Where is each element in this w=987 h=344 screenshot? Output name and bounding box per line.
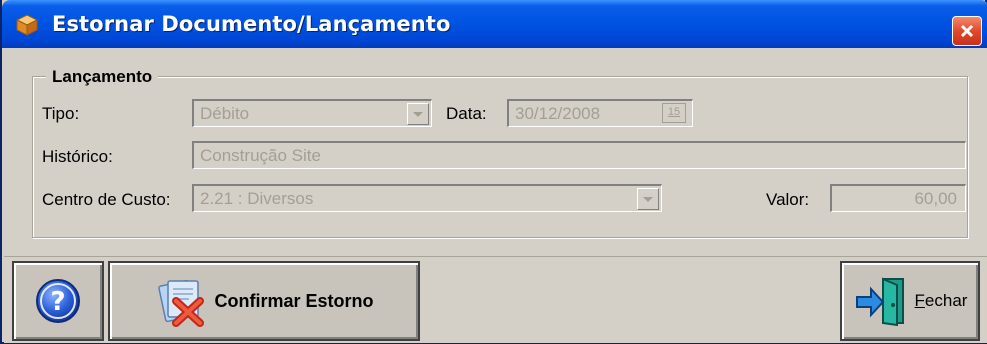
box-icon <box>16 14 38 36</box>
centro-custo-value: 2.21 : Diversos <box>200 189 314 208</box>
data-date-picker[interactable]: 30/12/2008 15 <box>507 99 693 127</box>
confirm-estorno-button[interactable]: Confirmar Estorno <box>108 261 420 341</box>
calendar-icon[interactable]: 15 <box>662 103 686 123</box>
valor-field[interactable]: 60,00 <box>830 184 966 212</box>
help-button[interactable]: ? <box>12 261 104 341</box>
chevron-down-icon <box>413 111 423 117</box>
historico-label: Histórico: <box>42 147 113 166</box>
centro-custo-combobox[interactable]: 2.21 : Diversos <box>192 184 662 212</box>
group-legend: Lançamento <box>46 67 159 87</box>
fechar-label: Fechar <box>914 291 968 310</box>
close-icon <box>960 24 974 38</box>
dialog-window: Estornar Documento/Lançamento Lançamento… <box>0 0 987 344</box>
chevron-down-icon <box>643 196 653 202</box>
centro-custo-dropdown-button[interactable] <box>637 188 659 210</box>
title-bar[interactable]: Estornar Documento/Lançamento <box>2 0 987 48</box>
data-label: Data: <box>446 104 487 123</box>
close-window-button[interactable] <box>952 16 982 46</box>
centro-custo-label: Centro de Custo: <box>42 190 171 209</box>
tipo-combobox[interactable]: Débito <box>192 99 432 127</box>
data-value: 30/12/2008 <box>515 104 601 123</box>
exit-door-icon <box>855 277 904 327</box>
cancel-document-icon <box>158 279 205 327</box>
dialog-client-area: Lançamento Tipo: Débito Data: 30/12/2008… <box>4 48 987 343</box>
historico-field[interactable]: Construção Site <box>192 141 966 169</box>
valor-label: Valor: <box>766 190 810 209</box>
svg-text:?: ? <box>50 287 65 317</box>
tipo-dropdown-button[interactable] <box>407 103 429 125</box>
historico-value: Construção Site <box>200 146 321 165</box>
tipo-label: Tipo: <box>42 104 80 123</box>
confirm-estorno-label: Confirmar Estorno <box>214 290 374 311</box>
button-bar: ? Confirmar Estorno Fechar <box>4 256 987 343</box>
help-icon: ? <box>36 279 80 323</box>
window-title: Estornar Documento/Lançamento <box>52 12 451 36</box>
valor-value: 60,00 <box>914 189 957 208</box>
tipo-value: Débito <box>200 104 250 123</box>
fechar-button[interactable]: Fechar <box>840 261 980 341</box>
